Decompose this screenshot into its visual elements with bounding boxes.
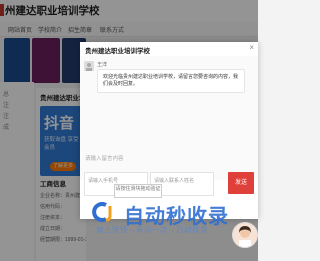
name-placeholder: 请输入联系人姓名 (154, 178, 195, 184)
support-agent-avatar[interactable] (232, 222, 258, 248)
modal-title: 贵州建达职业培训学校 (85, 48, 150, 55)
close-icon[interactable]: × (249, 44, 254, 52)
avatar (84, 61, 94, 71)
message-placeholder: 请输入留言内容 (85, 156, 124, 162)
chat-modal: 贵州建达职业培训学校 × 王洋 欢迎光临贵州建达职业培训学校，请留言您要咨询的内… (80, 42, 258, 219)
phone-placeholder: 请输入手机号 (88, 178, 119, 184)
message-input[interactable]: 请输入留言内容 (84, 152, 254, 168)
captcha-widget[interactable]: 请按住滑块拖动验证 (114, 184, 162, 198)
send-button[interactable]: 发送 (228, 172, 254, 194)
chat-message: 欢迎光临贵州建达职业培训学校，请留言您要咨询的内容，我们会及时回复。 (97, 69, 245, 93)
modal-header: 贵州建达职业培训学校 × (80, 42, 258, 57)
sender-name: 王洋 (97, 62, 108, 68)
